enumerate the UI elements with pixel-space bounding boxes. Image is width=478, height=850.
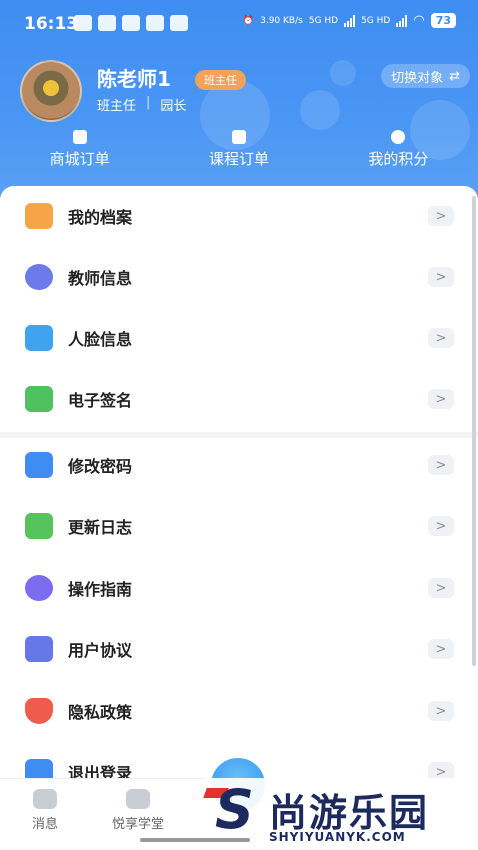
- sub-role-1: 班主任: [97, 99, 137, 114]
- chevron-right-icon: >: [428, 206, 454, 226]
- menu-label: 电子签名: [68, 391, 133, 410]
- signal-icon: [344, 14, 356, 27]
- question-icon: [25, 575, 53, 601]
- menu-label: 隐私政策: [68, 703, 133, 722]
- battery-indicator: 73: [430, 13, 456, 28]
- chevron-right-icon: >: [428, 455, 454, 475]
- role-badge: 班主任: [195, 70, 246, 90]
- quick-link-course-orders[interactable]: 课程订单: [159, 130, 318, 169]
- quick-link-label: 我的积分: [368, 150, 429, 168]
- message-icon: [33, 789, 57, 809]
- menu-label: 人脸信息: [68, 330, 133, 349]
- menu-item-changelog[interactable]: 更新日志 >: [0, 506, 478, 546]
- watermark-url: SHYIYUANYK.COM: [269, 830, 406, 844]
- avatar[interactable]: [20, 60, 82, 122]
- wechat-icon: [74, 15, 92, 31]
- menu-label: 修改密码: [68, 457, 133, 476]
- tab-label: 消息: [32, 817, 59, 832]
- menu-item-face-info[interactable]: 人脸信息 >: [0, 318, 478, 358]
- swap-icon: ⇄: [449, 68, 460, 84]
- chevron-right-icon: >: [428, 516, 454, 536]
- status-indicators: ⏰ 3.90 KB/s 5G HD 5G HD ◠ 73: [243, 13, 456, 28]
- app-icon: [98, 15, 116, 31]
- tab-label: 悦享学堂: [112, 817, 165, 832]
- signal-icon: [396, 14, 408, 27]
- signature-icon: [25, 386, 53, 412]
- alarm-icon: ⏰: [242, 15, 255, 26]
- switch-target-button[interactable]: 切换对象 ⇄: [381, 64, 470, 88]
- net-speed: 3.90 KB/s: [260, 15, 303, 26]
- teacher-icon: [25, 264, 53, 290]
- menu-item-change-password[interactable]: 修改密码 >: [0, 445, 478, 485]
- profile-header: 16:13 ⏰ 3.90 KB/s 5G HD 5G HD ◠ 73 陈老师1 …: [0, 0, 478, 200]
- menu-label: 我的档案: [68, 208, 133, 227]
- archive-icon: [25, 203, 53, 229]
- refresh-icon: [25, 513, 53, 539]
- sub-role-separator: |: [146, 95, 151, 110]
- classroom-icon: [126, 789, 150, 809]
- quick-links: 商城订单 课程订单 我的积分: [0, 130, 478, 169]
- switch-label: 切换对象: [391, 70, 444, 86]
- face-scan-icon: [25, 325, 53, 351]
- chevron-right-icon: >: [428, 701, 454, 721]
- menu-item-teacher-info[interactable]: 教师信息 >: [0, 257, 478, 297]
- menu-item-user-agreement[interactable]: 用户协议 >: [0, 629, 478, 669]
- sub-role-line: 班主任 | 园长: [97, 95, 186, 114]
- wifi-icon: ◠: [413, 13, 425, 28]
- menu-card-1: 我的档案 > 教师信息 > 人脸信息 > 电子签名 >: [0, 186, 478, 432]
- quick-link-label: 课程订单: [208, 150, 269, 168]
- scrollbar[interactable]: [472, 196, 476, 666]
- tab-classroom[interactable]: 悦享学堂: [112, 789, 164, 832]
- notification-icons: [74, 15, 188, 31]
- status-time: 16:13: [24, 14, 79, 34]
- chevron-right-icon: >: [428, 267, 454, 287]
- quick-link-points[interactable]: 我的积分: [319, 130, 478, 169]
- app-icon: [170, 15, 188, 31]
- chevron-right-icon: >: [428, 389, 454, 409]
- menu-item-signature[interactable]: 电子签名 >: [0, 379, 478, 419]
- chevron-right-icon: >: [428, 639, 454, 659]
- app-icon: [122, 15, 140, 31]
- sub-role-2: 园长: [160, 99, 187, 114]
- menu-item-guide[interactable]: 操作指南 >: [0, 568, 478, 608]
- teacher-name: 陈老师1: [97, 67, 171, 91]
- status-bar: 16:13 ⏰ 3.90 KB/s 5G HD 5G HD ◠ 73: [0, 0, 478, 48]
- signal-label-2: 5G HD: [361, 15, 391, 26]
- mail-icon: [146, 15, 164, 31]
- menu-label: 更新日志: [68, 518, 133, 537]
- quick-link-mall-orders[interactable]: 商城订单: [0, 130, 159, 169]
- menu-item-privacy[interactable]: 隐私政策 >: [0, 691, 478, 731]
- watermark-brand: 尚游乐园: [269, 791, 430, 835]
- chevron-right-icon: >: [428, 328, 454, 348]
- book-icon: [231, 130, 246, 144]
- coins-icon: [391, 130, 406, 144]
- watermark-letter: S: [215, 778, 254, 841]
- document-icon: [25, 636, 53, 662]
- menu-label: 操作指南: [68, 580, 133, 599]
- menu-label: 教师信息: [68, 269, 133, 288]
- shield-icon: [25, 698, 53, 724]
- tab-messages[interactable]: 消息: [32, 789, 58, 832]
- menu-label: 用户协议: [68, 641, 133, 660]
- bag-icon: [72, 130, 87, 144]
- home-indicator: [140, 838, 250, 842]
- signal-label-1: 5G HD: [308, 15, 339, 26]
- quick-link-label: 商城订单: [49, 150, 110, 168]
- lock-icon: [25, 452, 53, 478]
- chevron-right-icon: >: [428, 578, 454, 598]
- menu-item-archive[interactable]: 我的档案 >: [0, 196, 478, 236]
